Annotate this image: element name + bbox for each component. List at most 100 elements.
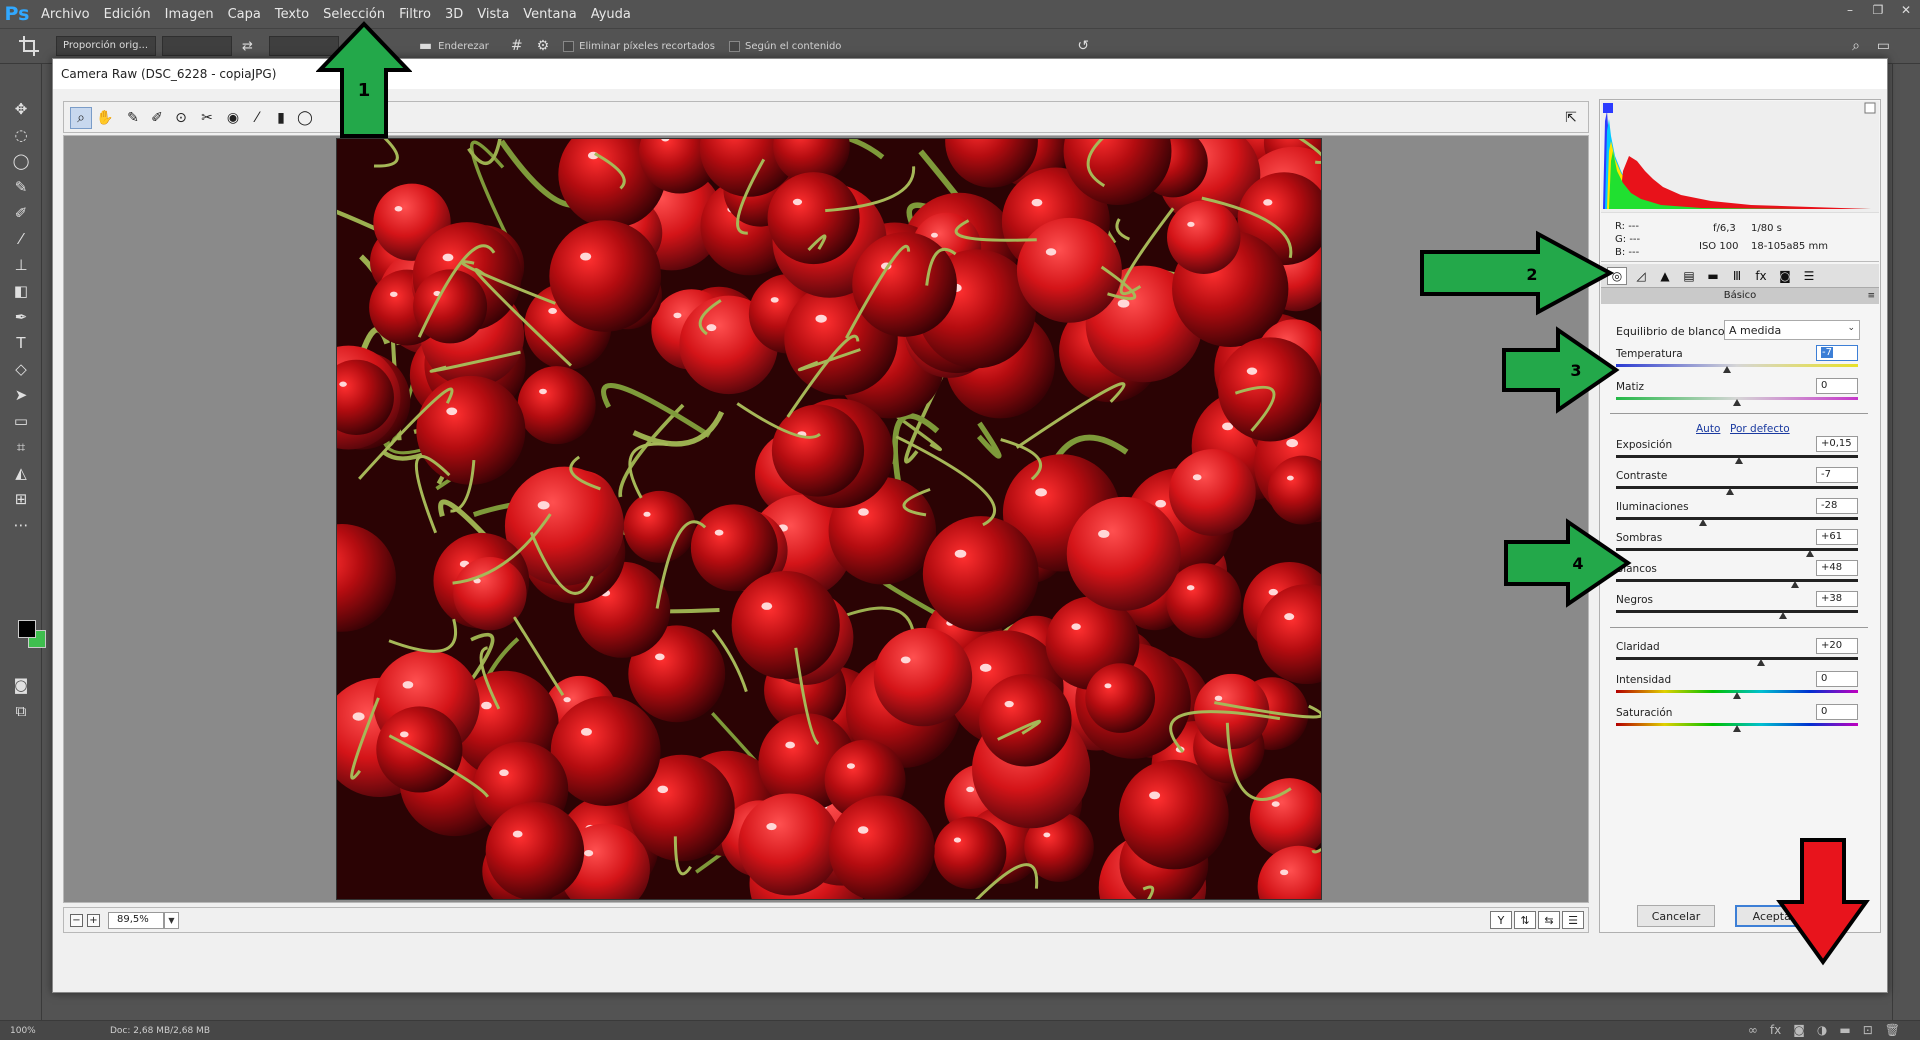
menu-edicion[interactable]: Edición — [97, 0, 158, 28]
sombras-input[interactable]: +61 — [1816, 529, 1858, 545]
crop-tool-selected-icon[interactable]: ⌗ — [10, 436, 32, 458]
temperatura-track[interactable] — [1616, 364, 1858, 367]
exposicion-input[interactable]: +0,15 — [1816, 436, 1858, 452]
adjustment-brush-icon[interactable]: ⁄ — [246, 107, 268, 129]
quick-mask-icon[interactable]: ◙ — [10, 674, 32, 696]
menu-imagen[interactable]: Imagen — [158, 0, 221, 28]
tab-tone-curve-icon[interactable]: ◿ — [1631, 267, 1651, 285]
targeted-adjust-icon[interactable]: ⊙ — [170, 107, 192, 129]
tab-lens-icon[interactable]: Ⅲ — [1727, 267, 1747, 285]
claridad-thumb[interactable] — [1757, 659, 1766, 666]
zoom-out-button[interactable]: − — [70, 913, 83, 927]
zoom-tool-icon[interactable]: ⌕ — [70, 107, 92, 129]
stamp-tool-icon[interactable]: ⊥ — [10, 254, 32, 276]
contraste-thumb[interactable] — [1725, 488, 1734, 495]
saturacion-thumb[interactable] — [1733, 725, 1741, 732]
layer-style-icon[interactable]: fx — [1770, 1023, 1781, 1037]
shadow-clip-icon[interactable] — [1603, 103, 1613, 113]
marquee-tool-icon[interactable]: ◌ — [10, 124, 32, 146]
sombras-thumb[interactable] — [1805, 550, 1814, 557]
blancos-track[interactable] — [1616, 579, 1858, 582]
new-layer-icon[interactable]: ⊡ — [1863, 1023, 1873, 1037]
menu-texto[interactable]: Texto — [268, 0, 316, 28]
menu-vista[interactable]: Vista — [470, 0, 516, 28]
exposicion-thumb[interactable] — [1735, 457, 1744, 464]
spot-removal-icon[interactable]: ✂ — [196, 107, 218, 129]
eraser-tool-icon[interactable]: ◧ — [10, 280, 32, 302]
straighten-label[interactable]: Enderezar — [438, 41, 489, 52]
menu-capa[interactable]: Capa — [221, 0, 268, 28]
restore-icon[interactable]: ❐ — [1864, 0, 1892, 20]
tab-detail-icon[interactable]: ▲ — [1655, 267, 1675, 285]
claridad-track[interactable] — [1616, 657, 1858, 660]
menu-ayuda[interactable]: Ayuda — [584, 0, 638, 28]
ratio-width-field[interactable] — [162, 36, 232, 56]
cancel-button[interactable]: Cancelar — [1637, 905, 1715, 927]
zoom-level-field[interactable]: 89,5% — [108, 911, 164, 929]
bucket-tool-icon[interactable]: ◭ — [10, 462, 32, 484]
copy-settings-icon[interactable]: ⇆ — [1538, 911, 1560, 929]
claridad-input[interactable]: +20 — [1816, 638, 1858, 654]
pen-tool-icon[interactable]: ✒ — [10, 306, 32, 328]
workspace-icon[interactable]: ▭ — [1877, 38, 1890, 54]
negros-track[interactable] — [1616, 610, 1858, 613]
grid-overlay-icon[interactable]: # — [511, 38, 523, 54]
default-link[interactable]: Por defecto — [1730, 423, 1790, 435]
iluminaciones-thumb[interactable] — [1699, 519, 1708, 526]
tab-split-toning-icon[interactable]: ▬ — [1703, 267, 1723, 285]
frame-tool-icon[interactable]: ⊞ — [10, 488, 32, 510]
iluminaciones-track[interactable] — [1616, 517, 1858, 520]
iluminaciones-input[interactable]: -28 — [1816, 498, 1858, 514]
white-balance-select[interactable]: A medida ⌄ — [1724, 320, 1860, 340]
white-balance-tool-icon[interactable]: ✎ — [122, 107, 144, 129]
crop-tool-icon[interactable] — [16, 31, 46, 61]
zoom-dropdown-icon[interactable]: ▼ — [164, 911, 179, 929]
move-tool-icon[interactable]: ✥ — [10, 98, 32, 120]
delete-pixels-checkbox[interactable] — [563, 40, 575, 52]
image-preview[interactable] — [63, 135, 1589, 903]
menu-3d[interactable]: 3D — [438, 0, 470, 28]
brush-tool-icon[interactable]: ⁄ — [10, 228, 32, 250]
new-group-icon[interactable]: ▬ — [1839, 1023, 1850, 1037]
minimize-icon[interactable]: – — [1836, 0, 1864, 20]
red-eye-icon[interactable]: ◉ — [222, 107, 244, 129]
hand-tool-icon[interactable]: ✋ — [94, 107, 116, 129]
screen-mode-icon[interactable]: ⧉ — [10, 700, 32, 722]
document-zoom[interactable]: 100% — [0, 1026, 46, 1036]
zoom-in-button[interactable]: + — [87, 913, 100, 927]
intensidad-input[interactable]: 0 — [1816, 671, 1858, 687]
link-layers-icon[interactable]: ∞ — [1748, 1023, 1758, 1037]
contraste-input[interactable]: -7 — [1816, 467, 1858, 483]
menu-ventana[interactable]: Ventana — [516, 0, 583, 28]
more-tools-icon[interactable]: ⋯ — [10, 514, 32, 536]
negros-thumb[interactable] — [1778, 612, 1787, 619]
close-icon[interactable]: ✕ — [1892, 0, 1920, 20]
eyedropper-icon[interactable]: ✐ — [10, 202, 32, 224]
auto-link[interactable]: Auto — [1696, 423, 1720, 435]
ratio-select[interactable]: Proporción orig... — [56, 36, 156, 56]
foreground-color-swatch[interactable] — [18, 620, 36, 638]
search-icon[interactable]: ⌕ — [1852, 38, 1860, 54]
color-sampler-icon[interactable]: ✐ — [146, 107, 168, 129]
preferences-icon[interactable]: ☰ — [1562, 911, 1584, 929]
contraste-track[interactable] — [1616, 486, 1858, 489]
highlight-clip-icon[interactable] — [1864, 102, 1876, 114]
type-tool-icon[interactable]: T — [10, 332, 32, 354]
saturacion-input[interactable]: 0 — [1816, 704, 1858, 720]
straighten-icon[interactable]: ▬ — [419, 38, 432, 54]
lasso-tool-icon[interactable]: ◯ — [10, 150, 32, 172]
intensidad-thumb[interactable] — [1733, 692, 1741, 699]
blancos-thumb[interactable] — [1791, 581, 1800, 588]
temperatura-thumb[interactable] — [1723, 366, 1732, 373]
radial-filter-icon[interactable]: ◯ — [294, 107, 316, 129]
tab-effects-icon[interactable]: fx — [1751, 267, 1771, 285]
path-tool-icon[interactable]: ◇ — [10, 358, 32, 380]
tab-camera-calibration-icon[interactable]: ◙ — [1775, 267, 1795, 285]
menu-archivo[interactable]: Archivo — [34, 0, 97, 28]
content-aware-checkbox[interactable] — [729, 40, 740, 52]
before-after-icon[interactable]: Y — [1490, 911, 1512, 929]
reset-icon[interactable]: ↺ — [1077, 38, 1089, 54]
settings-gear-icon[interactable]: ⚙ — [537, 38, 550, 54]
tab-presets-icon[interactable]: ☰ — [1799, 267, 1819, 285]
adjustment-layer-icon[interactable]: ◑ — [1817, 1023, 1827, 1037]
